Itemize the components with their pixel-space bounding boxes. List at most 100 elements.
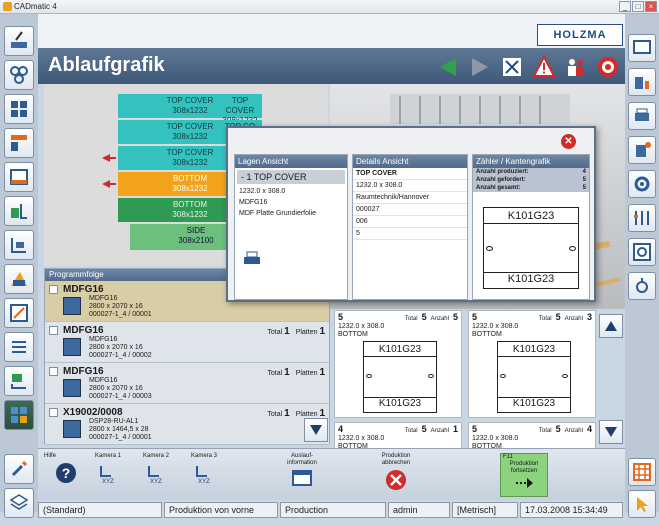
tool-change-icon[interactable] [628,272,656,300]
status-bar: (Standard) Produktion von vorne Producti… [38,502,625,518]
svg-text:XYZ: XYZ [198,479,210,484]
program-checkbox[interactable] [49,408,58,417]
continue-arrow-icon [516,478,533,488]
program-counts: Total 1 Platten 1 [267,326,325,337]
tools-icon[interactable] [4,454,34,484]
program-scroll-down-button[interactable] [304,418,328,442]
part-card[interactable]: 5 Total 5 Anzahl 5 1232.0 x 308.0 BOTTOM K10… [334,310,462,418]
book-panel-icon[interactable] [4,196,34,226]
network-icon[interactable] [4,60,34,90]
label-print-icon[interactable] [4,264,34,294]
camera3-button[interactable]: Kamera 3 XYZ [182,453,226,497]
outfeed-window-icon [292,470,312,486]
panel-view-icon[interactable] [4,162,34,192]
keypad-icon[interactable] [628,458,656,486]
selected-layer[interactable]: - 1 TOP COVER [237,170,345,184]
station-icon[interactable] [628,68,656,96]
back-arrow-icon[interactable] [435,54,461,80]
forward-arrow-icon[interactable] [467,54,493,80]
current-layer-arrow-icon [102,154,116,162]
panel-thumbnail [63,379,81,397]
chevron-up-icon [605,321,617,331]
reset-counter-icon[interactable] [499,54,525,80]
pointer-arrow-icon [102,180,116,188]
status-user: admin [388,502,450,518]
cancel-production-button[interactable]: Produktion abbrechen [374,453,418,497]
chevron-down-icon [310,425,322,435]
device-icon[interactable] [628,136,656,164]
program-item[interactable]: X19002/0008 DSP28-RU-AL1 2800 x 1464,5 x… [45,404,329,445]
printer-icon[interactable] [243,251,261,267]
edge-graphic-board: K101G23 K101G23 [483,207,579,289]
header-toolbar [435,54,621,80]
stack-view-icon[interactable] [4,366,34,396]
warning-icon[interactable] [531,54,557,80]
continue-production-button[interactable]: F11 Produktion fortsetzen [500,453,548,497]
right-sidebar [625,14,659,518]
maximize-button[interactable]: □ [632,1,644,12]
help-button[interactable]: Hilfe ? [44,453,88,497]
program-item[interactable]: MDFG16 MDFG16 2800 x 2070 x 16 000027-1_… [45,322,329,363]
status-state: Production [280,502,386,518]
status-mode: (Standard) [38,502,162,518]
minimize-button[interactable]: _ [619,1,631,12]
parts-grid: 5 Total 5 Anzahl 5 1232.0 x 308.0 BOTTOM K10… [334,310,596,450]
list-view-icon[interactable] [4,332,34,362]
grid-layout-icon[interactable] [4,94,34,124]
window-controls: _ □ × [619,1,657,12]
chevron-down-icon [605,427,617,437]
part-board: K101G23 K101G23 [497,341,571,413]
program-checkbox[interactable] [49,326,58,335]
svg-text:XYZ: XYZ [102,479,114,484]
part-board: K101G23 K101G23 [363,341,437,413]
program-item[interactable]: MDFG16 MDFG16 2800 x 2070 x 16 000027-1_… [45,363,329,404]
panel-thumbnail [63,338,81,356]
close-button[interactable]: × [645,1,657,12]
app-title: CADmatic 4 [14,2,57,11]
adjust-icon[interactable] [628,204,656,232]
svg-text:?: ? [62,465,71,481]
program-checkbox[interactable] [49,367,58,376]
stack-layer[interactable]: TOP COVER308x1232TOP COVER308x1232 [118,94,262,125]
camera1-button[interactable]: Kamera 1 XYZ [86,453,130,497]
cut-pattern-icon[interactable] [4,128,34,158]
window-titlebar: CADmatic 4 _ □ × [0,0,659,14]
target-icon[interactable] [595,54,621,80]
outfeed-info-button[interactable]: Auslauf-information [280,453,324,497]
operators-icon[interactable] [563,54,589,80]
part-card[interactable]: 4 Total 5 Anzahl 1 1232.0 x 308.0 BOTTOM [334,422,462,450]
printer-icon[interactable] [628,102,656,130]
brand-logo: HOLZMA [537,24,623,46]
saw-line-icon[interactable] [4,230,34,260]
details-view-column: Details Ansicht TOP COVER 1232.0 x 308.0… [352,154,468,300]
settings-gear-icon[interactable] [628,170,656,198]
camera-axes-icon: XYZ [196,466,210,484]
help-cursor-icon[interactable] [628,490,656,518]
layer-details-dialog: ✕ Lagen Ansicht - 1 TOP COVER 1232.0 x 3… [226,126,596,302]
page-title: Ablaufgrafik [48,54,165,76]
camera-axes-icon: XYZ [100,466,114,484]
camera2-button[interactable]: Kamera 2 XYZ [134,453,178,497]
status-units: [Metrisch] [452,502,518,518]
parts-scroll-up-button[interactable] [599,314,623,338]
edit-panel-icon[interactable] [4,298,34,328]
camera-axes-icon: XYZ [148,466,162,484]
left-sidebar [0,14,38,518]
counter-edge-column: Zähler / Kantengrafik Anzahl produziert:… [472,154,590,300]
part-card[interactable]: 5 Total 5 Anzahl 4 1232.0 x 308.0 BOTTOM [468,422,596,450]
panel-thumbnail [63,420,81,438]
panel-thumbnail [63,297,81,315]
bottom-toolbar: Hilfe ? Kamera 1 XYZ Kamera 2 XYZ Kamera… [38,448,625,500]
parts-scroll-down-button[interactable] [599,420,623,444]
layer-view-column: Lagen Ansicht - 1 TOP COVER 1232.0 x 308… [234,154,348,300]
dialog-close-button[interactable]: ✕ [561,134,576,149]
program-counts: Total 1 Platten 1 [267,367,325,378]
layers-icon[interactable] [4,488,34,518]
part-card[interactable]: 5 Total 5 Anzahl 3 1232.0 x 308.0 BOTTOM K10… [468,310,596,418]
gauge-icon[interactable] [628,238,656,266]
svg-text:XYZ: XYZ [150,479,162,484]
monitor-icon[interactable] [628,34,656,62]
program-checkbox[interactable] [49,285,58,294]
flow-graphic-icon[interactable] [4,400,34,430]
machine-icon[interactable] [4,26,34,56]
